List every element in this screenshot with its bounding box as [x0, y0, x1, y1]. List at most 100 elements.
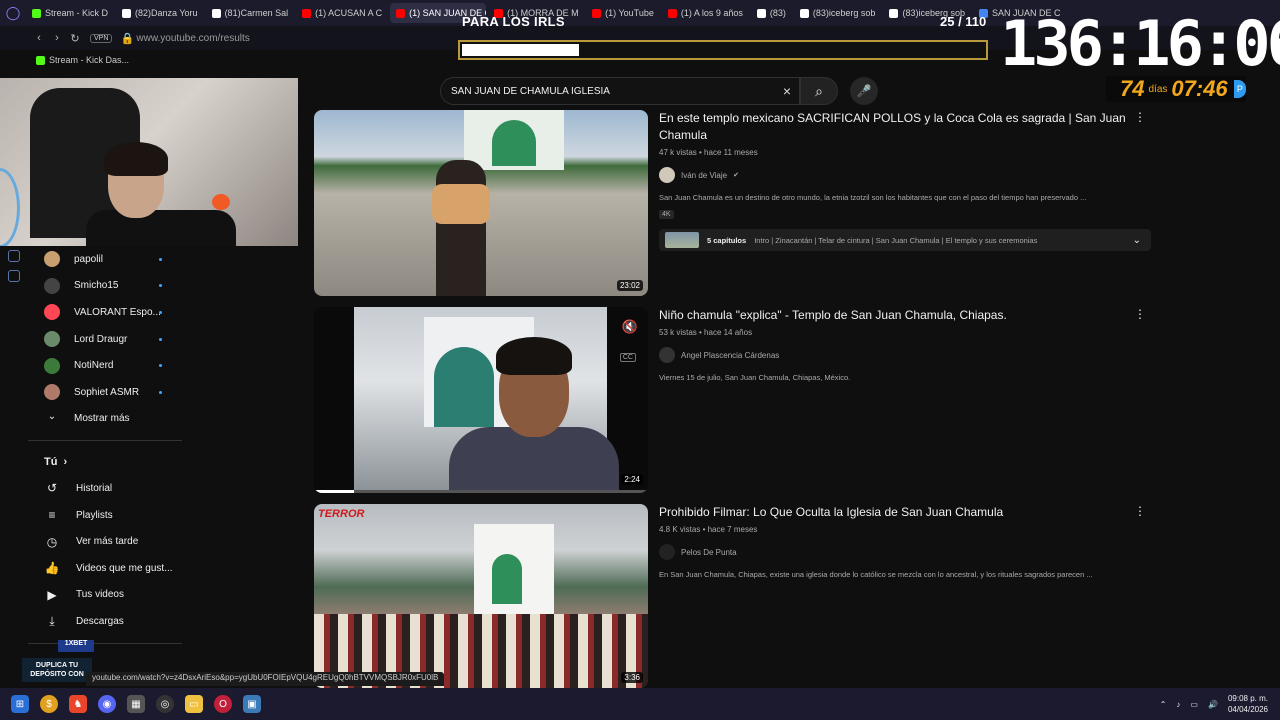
tab-favicon-icon [211, 8, 221, 18]
channel-row[interactable]: Pelos De Punta [659, 544, 1139, 560]
sidebar-item[interactable]: ▶ Tus videos [28, 582, 182, 609]
video-title[interactable]: Niño chamula "explica" - Templo de San J… [659, 307, 1139, 324]
subscription-item[interactable]: Lord Draugr [28, 326, 182, 353]
captions-icon[interactable]: CC [619, 353, 636, 362]
subscription-item[interactable]: NotiNerd [28, 352, 182, 379]
channel-avatar [44, 384, 60, 401]
sidebar-item[interactable]: 👍 Videos que me gust... [28, 555, 182, 582]
history-icon: ↺ [46, 481, 58, 496]
verified-icon: ✔ [733, 172, 739, 179]
tab-label: (83) [769, 8, 786, 18]
browser-tab[interactable]: Stream - Kick D [26, 3, 114, 23]
steam-icon[interactable]: ◎ [156, 695, 174, 713]
voice-search-button[interactable]: 🎤 [850, 77, 878, 105]
sidebar-item[interactable]: ⤓ Descargas [28, 608, 182, 635]
vpn-badge[interactable]: VPN [90, 33, 113, 43]
channel-name[interactable]: Angel Plascencia Cárdenas [681, 351, 779, 360]
search-result[interactable]: 🔇 CC 2:24 Niño chamula "explica" - Templ… [314, 307, 1154, 493]
browser-tab[interactable]: (1) ACUSAN A C [296, 3, 388, 23]
sidebar-item[interactable]: ↺ Historial [28, 475, 182, 502]
status-url: youtube.com/watch?v=z4DsxAriEso&pp=ygUbU… [86, 672, 445, 686]
coin-app-icon[interactable]: $ [40, 695, 58, 713]
subscription-label: papolil [74, 253, 103, 265]
video-title[interactable]: En este templo mexicano SACRIFICAN POLLO… [659, 110, 1139, 144]
video-thumbnail[interactable]: 23:02 [314, 110, 648, 296]
show-more-label: Mostrar más [74, 413, 130, 425]
tab-favicon-icon [32, 8, 41, 18]
chevron-down-icon[interactable]: ⌄ [1133, 235, 1141, 246]
thumbs-up-icon: 👍 [44, 561, 60, 576]
browser-tab[interactable]: (83)iceberg sob [794, 3, 882, 23]
reload-icon[interactable]: ↻ [66, 32, 84, 45]
new-content-dot [159, 364, 162, 368]
browser-tab[interactable]: (1) A los 9 años [662, 3, 749, 23]
back-icon[interactable]: ‹ [30, 32, 48, 44]
chevron-right-icon: › [63, 456, 68, 469]
mute-icon[interactable]: 🔇 [622, 319, 638, 335]
new-content-dot [159, 284, 162, 288]
sidebar-item-label: Videos que me gust... [76, 562, 173, 574]
channel-row[interactable]: Angel Plascencia Cárdenas [659, 347, 1139, 363]
subscription-item[interactable]: Sophiet ASMR [28, 379, 182, 406]
opera-logo-icon[interactable]: ◯ [0, 0, 26, 26]
preview-progress-bar[interactable] [314, 490, 648, 493]
mic-icon: 🎤 [856, 84, 872, 98]
folder-icon[interactable]: ▭ [185, 695, 203, 713]
channel-avatar[interactable] [659, 544, 675, 560]
show-more-button[interactable]: ⌄ Mostrar más [28, 406, 182, 433]
browser-tab[interactable]: (82)Danza Yoru [116, 3, 204, 23]
you-section-header[interactable]: Tú › [28, 449, 182, 475]
opera-gx-icon[interactable]: O [214, 695, 232, 713]
sidebar-item[interactable]: ≡ Playlists [28, 502, 182, 529]
browser-tab[interactable]: (1) YouTube [586, 3, 660, 23]
tab-favicon-icon [756, 8, 766, 18]
more-options-icon[interactable]: ⋮ [1134, 307, 1146, 321]
browser-tab[interactable]: (83) [751, 3, 792, 23]
clock-date: 04/04/2026 [1227, 705, 1268, 714]
subscription-item[interactable]: VALORANT Espo... [28, 299, 182, 326]
more-options-icon[interactable]: ⋮ [1134, 504, 1146, 518]
chapters-row[interactable]: 5 capítulos Intro | Zinacantán | Telar d… [659, 229, 1151, 251]
more-options-icon[interactable]: ⋮ [1134, 110, 1146, 124]
preview-progress-fill [314, 490, 355, 493]
search-result[interactable]: 23:02 En este templo mexicano SACRIFICAN… [314, 110, 1154, 296]
system-clock[interactable]: 09:08 p. m. 04/04/2026 [1228, 693, 1268, 715]
search-button[interactable]: ⌕ [800, 77, 838, 105]
channel-row[interactable]: Iván de Viaje ✔ [659, 167, 1139, 183]
store-icon[interactable]: ▦ [127, 695, 145, 713]
channel-name[interactable]: Pelos De Punta [681, 548, 737, 557]
video-preview[interactable]: 🔇 CC 2:24 [314, 307, 648, 493]
tab-favicon-icon [592, 8, 602, 18]
search-query: SAN JUAN DE CHAMULA IGLESIA [451, 85, 610, 97]
channel-avatar[interactable] [659, 347, 675, 363]
video-thumbnail[interactable]: TERROR 3:36 [314, 504, 648, 688]
rail-messenger-icon[interactable] [8, 250, 20, 262]
youtube-sidebar: papolil Smicho15 VALORANT Espo... Lord Drau… [28, 246, 182, 652]
browser-tab[interactable]: (81)Carmen Sal [206, 3, 295, 23]
volume-icon[interactable]: 🔊 [1208, 700, 1218, 709]
channel-name[interactable]: Iván de Viaje [681, 171, 727, 180]
chevron-up-icon[interactable]: ⌃ [1160, 700, 1167, 709]
address-url[interactable]: www.youtube.com/results [136, 33, 249, 44]
channel-avatar [44, 357, 60, 374]
clear-search-icon[interactable]: × [783, 83, 791, 99]
monitor-icon[interactable]: ▭ [1190, 700, 1198, 709]
channel-avatar[interactable] [659, 167, 675, 183]
search-input[interactable]: SAN JUAN DE CHAMULA IGLESIA × [440, 77, 800, 105]
forward-icon[interactable]: › [48, 32, 66, 44]
rail-settings-icon[interactable] [8, 270, 20, 282]
start-icon[interactable]: ⊞ [11, 695, 29, 713]
mic-tray-icon[interactable]: ♪ [1176, 700, 1180, 709]
tab-favicon-icon [667, 8, 677, 18]
subscription-item[interactable]: Smicho15 [28, 273, 182, 300]
video-duration: 3:36 [621, 672, 643, 683]
video-title[interactable]: Prohibido Filmar: Lo Que Oculta la Igles… [659, 504, 1139, 521]
bookmark-kick[interactable]: Stream - Kick Das... [49, 55, 129, 65]
discord-icon[interactable]: ◉ [98, 695, 116, 713]
playlists-icon: ≡ [48, 508, 56, 523]
app-window-icon[interactable]: ▣ [243, 695, 261, 713]
sidebar-item[interactable]: ◷ Ver más tarde [28, 528, 182, 555]
subscription-item[interactable]: papolil [28, 246, 182, 273]
brave-icon[interactable]: ♞ [69, 695, 87, 713]
search-result[interactable]: TERROR 3:36 Prohibido Filmar: Lo Que Ocu… [314, 504, 1154, 688]
